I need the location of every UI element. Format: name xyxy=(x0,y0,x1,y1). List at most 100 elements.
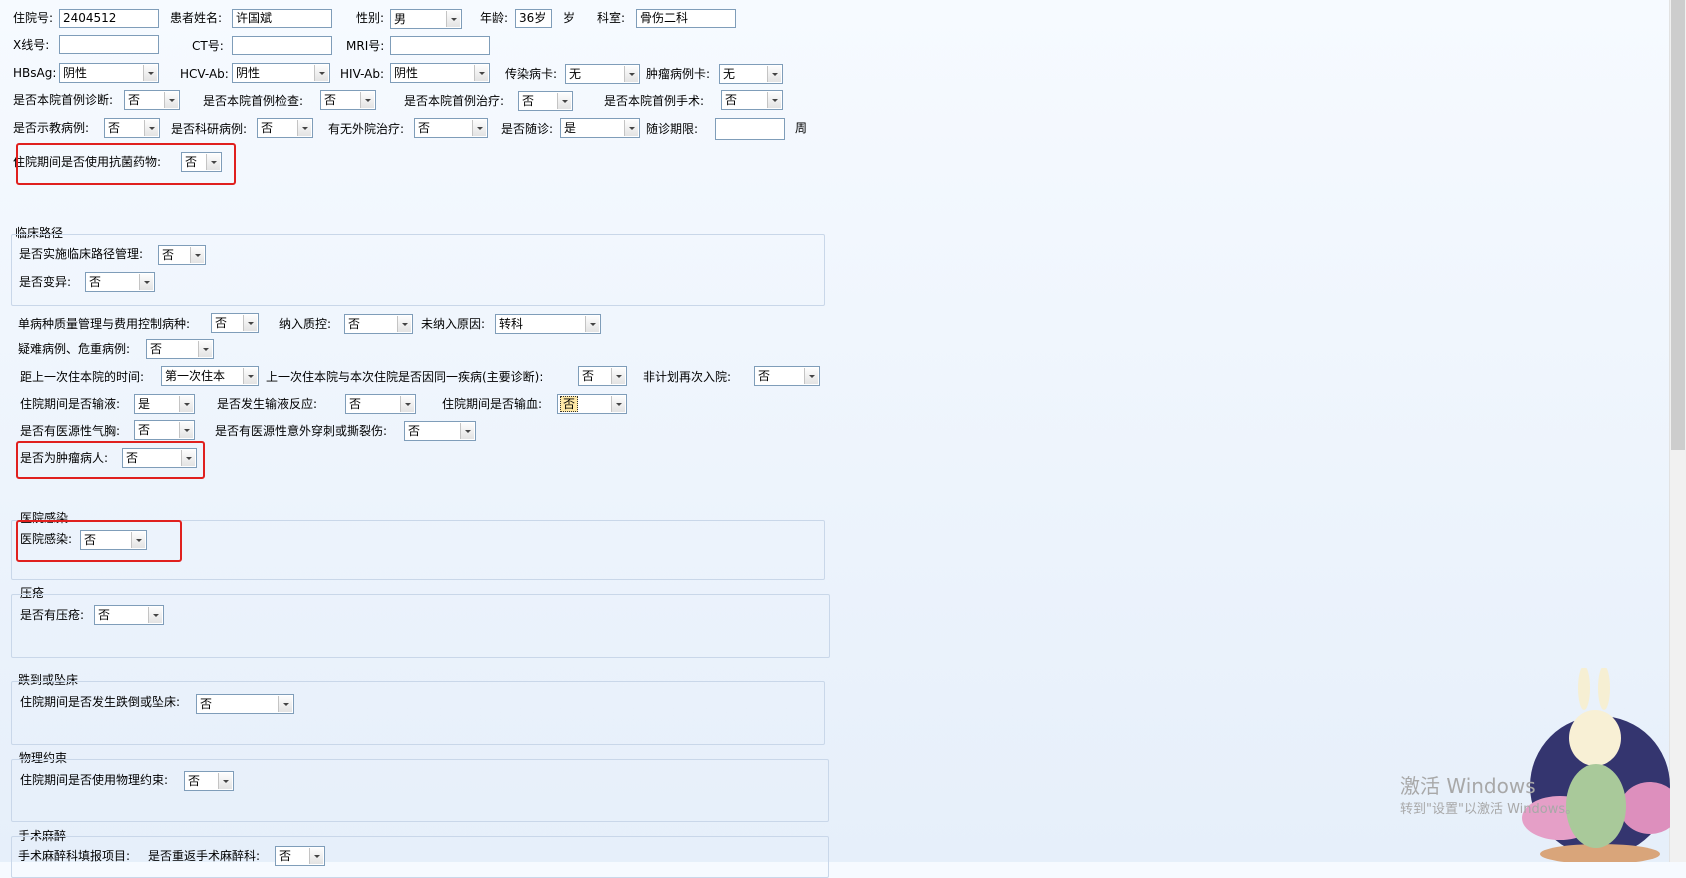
chevron-down-icon[interactable] xyxy=(198,341,212,357)
anesthesia-group xyxy=(11,836,829,878)
dept-field[interactable]: 骨伤二科 xyxy=(636,9,736,28)
clinical-path-group xyxy=(11,234,825,306)
pneumothorax-dropdown[interactable]: 否 xyxy=(134,420,195,440)
difficult-label: 疑难病例、危重病例: xyxy=(18,342,131,356)
gender-label: 性别: xyxy=(356,11,385,25)
chevron-down-icon[interactable] xyxy=(148,607,162,623)
fall-label: 住院期间是否发生跌倒或坠床: xyxy=(20,695,181,709)
chevron-down-icon[interactable] xyxy=(611,396,625,412)
first-exam-dropdown[interactable]: 否 xyxy=(320,90,376,110)
chevron-down-icon[interactable] xyxy=(767,66,781,82)
period-field[interactable] xyxy=(715,118,785,140)
chevron-down-icon[interactable] xyxy=(314,65,328,81)
xray-field[interactable] xyxy=(59,35,159,54)
mri-label: MRI号: xyxy=(346,39,385,53)
same-disease-dropdown[interactable]: 否 xyxy=(578,366,627,386)
patient-name-label: 患者姓名: xyxy=(170,11,223,25)
chevron-down-icon[interactable] xyxy=(278,696,292,712)
blood-dropdown[interactable]: 否 xyxy=(557,394,627,414)
puncture-dropdown[interactable]: 否 xyxy=(404,421,476,441)
tumor-card-label: 肿瘤病例卡: xyxy=(646,67,711,81)
clinical-implement-dropdown[interactable]: 否 xyxy=(158,245,206,265)
chevron-down-icon[interactable] xyxy=(446,11,460,27)
xray-label: X线号: xyxy=(13,38,50,52)
chevron-down-icon[interactable] xyxy=(472,120,486,136)
research-label: 是否科研病例: xyxy=(171,122,248,136)
inpatient-no-field[interactable]: 2404512 xyxy=(59,9,159,28)
qc-dropdown[interactable]: 否 xyxy=(344,314,413,334)
pneumothorax-label: 是否有医源性气胸: xyxy=(20,424,121,438)
teaching-dropdown[interactable]: 否 xyxy=(104,118,160,138)
infusion-dropdown[interactable]: 是 xyxy=(134,394,195,414)
same-disease-label: 上一次住本院与本次住院是否因同一疾病(主要诊断): xyxy=(266,370,544,384)
anesthesia-return-dropdown[interactable]: 否 xyxy=(275,846,325,866)
hcv-dropdown[interactable]: 阴性 xyxy=(232,63,330,83)
puncture-label: 是否有医源性意外穿刺或撕裂伤: xyxy=(215,424,388,438)
chevron-down-icon[interactable] xyxy=(297,120,311,136)
unplanned-dropdown[interactable]: 否 xyxy=(754,366,820,386)
chevron-down-icon[interactable] xyxy=(611,368,625,384)
chevron-down-icon[interactable] xyxy=(179,422,193,438)
last-time-dropdown[interactable]: 第一次住本 xyxy=(161,366,259,386)
scrollbar-thumb[interactable] xyxy=(1671,0,1685,450)
gender-dropdown[interactable]: 男 xyxy=(390,9,462,29)
highlight-box xyxy=(16,441,205,479)
clinical-implement-label: 是否实施临床路径管理: xyxy=(19,247,144,261)
chevron-down-icon[interactable] xyxy=(243,368,257,384)
hbsag-dropdown[interactable]: 阴性 xyxy=(59,63,159,83)
character-head xyxy=(1569,710,1621,766)
tumor-card-dropdown[interactable]: 无 xyxy=(719,64,783,84)
chevron-down-icon[interactable] xyxy=(243,315,257,331)
outside-label: 有无外院治疗: xyxy=(328,122,405,136)
patient-name-field[interactable]: 许国斌 xyxy=(232,9,332,28)
ct-field[interactable] xyxy=(232,36,332,55)
chevron-down-icon[interactable] xyxy=(557,93,571,109)
infusion-label: 住院期间是否输液: xyxy=(20,397,121,411)
outside-dropdown[interactable]: 否 xyxy=(414,118,488,138)
chevron-down-icon[interactable] xyxy=(460,423,474,439)
reason-dropdown[interactable]: 转科 xyxy=(495,314,601,334)
research-dropdown[interactable]: 否 xyxy=(257,118,313,138)
chevron-down-icon[interactable] xyxy=(400,396,414,412)
chevron-down-icon[interactable] xyxy=(804,368,818,384)
chevron-down-icon[interactable] xyxy=(624,66,638,82)
infect-card-dropdown[interactable]: 无 xyxy=(565,64,640,84)
first-treat-dropdown[interactable]: 否 xyxy=(518,91,573,111)
reason-label: 未纳入原因: xyxy=(421,317,486,331)
reaction-label: 是否发生输液反应: xyxy=(217,397,318,411)
chevron-down-icon[interactable] xyxy=(624,120,638,136)
restraint-label: 住院期间是否使用物理约束: xyxy=(20,773,169,787)
bunny-ear-left xyxy=(1578,668,1590,710)
chevron-down-icon[interactable] xyxy=(164,92,178,108)
chevron-down-icon[interactable] xyxy=(179,396,193,412)
first-diag-dropdown[interactable]: 否 xyxy=(124,90,180,110)
single-disease-dropdown[interactable]: 否 xyxy=(211,313,259,333)
fall-group xyxy=(11,681,825,745)
reaction-dropdown[interactable]: 否 xyxy=(345,394,416,414)
chevron-down-icon[interactable] xyxy=(474,65,488,81)
vertical-scrollbar[interactable] xyxy=(1669,0,1686,862)
pressure-dropdown[interactable]: 否 xyxy=(94,605,164,625)
variation-dropdown[interactable]: 否 xyxy=(85,272,155,292)
chevron-down-icon[interactable] xyxy=(397,316,411,332)
chevron-down-icon[interactable] xyxy=(144,120,158,136)
chevron-down-icon[interactable] xyxy=(767,92,781,108)
followup-dropdown[interactable]: 是 xyxy=(560,118,640,138)
chevron-down-icon[interactable] xyxy=(190,247,204,263)
hiv-dropdown[interactable]: 阴性 xyxy=(390,63,490,83)
variation-label: 是否变异: xyxy=(19,275,72,289)
chevron-down-icon[interactable] xyxy=(360,92,374,108)
age-field[interactable]: 36岁 xyxy=(515,9,552,28)
first-surg-dropdown[interactable]: 否 xyxy=(721,90,783,110)
pressure-group xyxy=(11,594,830,658)
difficult-dropdown[interactable]: 否 xyxy=(146,339,214,359)
mri-field[interactable] xyxy=(390,36,490,55)
chevron-down-icon[interactable] xyxy=(218,773,232,789)
period-label: 随诊期限: xyxy=(646,122,699,136)
restraint-dropdown[interactable]: 否 xyxy=(184,771,234,791)
chevron-down-icon[interactable] xyxy=(143,65,157,81)
fall-dropdown[interactable]: 否 xyxy=(196,694,294,714)
activation-watermark-subtitle: 转到"设置"以激活 Windows。 xyxy=(1400,802,1579,817)
chevron-down-icon[interactable] xyxy=(585,316,599,332)
chevron-down-icon[interactable] xyxy=(139,274,153,290)
